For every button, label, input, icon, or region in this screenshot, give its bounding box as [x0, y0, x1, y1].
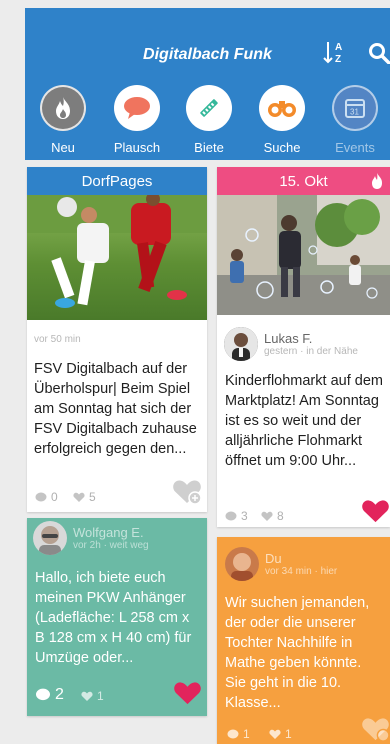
svg-text:Z: Z: [335, 54, 341, 65]
like-count[interactable]: 8: [261, 509, 284, 523]
add-like-heart-icon[interactable]: [172, 479, 202, 510]
comment-icon: [227, 729, 239, 738]
heart-icon: [261, 511, 273, 521]
dorfpages-card[interactable]: DorfPages vor 50 min FSV Digitalbach auf…: [27, 167, 207, 512]
chat-bubble-icon: [114, 85, 160, 131]
comment-count[interactable]: 2: [35, 686, 64, 704]
fire-icon: [370, 172, 384, 194]
post-meta: vor 2h · weit weg: [73, 540, 149, 551]
post-meta: gestern · in der Nähe: [264, 346, 358, 357]
add-like-heart-icon[interactable]: [361, 717, 390, 744]
offer-card[interactable]: Wolfgang E. vor 2h · weit weg Hallo, ich…: [27, 518, 207, 716]
like-count-value: 8: [277, 509, 284, 523]
comment-count-value: 0: [51, 490, 58, 504]
post-text: FSV Digitalbach auf der Überholspur| Bei…: [34, 361, 197, 457]
heart-icon: [269, 729, 281, 739]
comment-count-value: 3: [241, 509, 248, 523]
category-label: Neu: [51, 140, 75, 155]
category-events[interactable]: 31 Events: [330, 85, 380, 155]
fleamarket-photo: [217, 195, 390, 315]
category-neu[interactable]: Neu: [38, 85, 88, 155]
tool-icon: [186, 85, 232, 131]
app-header: Digitalbach Funk A Z Neu Plausch Biete S…: [25, 8, 390, 160]
event-card[interactable]: 15. Okt Lukas F. gestern · in der Nähe K…: [217, 167, 390, 527]
author-name[interactable]: Wolfgang E.: [73, 525, 149, 540]
comment-count-value: 2: [55, 686, 64, 703]
card-header: DorfPages: [27, 167, 207, 195]
comment-icon: [35, 492, 47, 501]
avatar[interactable]: [225, 547, 259, 581]
post-time: vor 50 min: [34, 334, 81, 345]
search-card[interactable]: Du vor 34 min · hier Wir suchen jemanden…: [217, 537, 390, 744]
comment-count[interactable]: 0: [35, 490, 58, 504]
like-count[interactable]: 1: [269, 727, 292, 741]
category-label: Events: [335, 140, 375, 155]
fire-icon: [40, 85, 86, 131]
search-icon[interactable]: [368, 42, 390, 65]
category-label: Biete: [194, 140, 224, 155]
comment-count[interactable]: 3: [225, 509, 248, 523]
comment-count[interactable]: 1: [227, 727, 250, 741]
like-count-value: 5: [89, 490, 96, 504]
post-meta: vor 34 min · hier: [265, 566, 338, 577]
like-count[interactable]: 5: [73, 490, 96, 504]
category-suche[interactable]: Suche: [257, 85, 307, 155]
avatar[interactable]: [33, 521, 67, 555]
category-label: Plausch: [113, 140, 161, 155]
avatar[interactable]: [224, 327, 258, 361]
soccer-photo: [27, 192, 207, 320]
binoculars-icon: [259, 85, 305, 131]
like-count-value: 1: [285, 727, 292, 741]
liked-heart-icon[interactable]: [361, 499, 390, 527]
svg-text:31: 31: [350, 108, 359, 117]
comment-count-value: 1: [243, 727, 250, 741]
comment-icon: [36, 688, 50, 701]
liked-heart-icon[interactable]: [173, 681, 202, 711]
post-text: Kinderflohmarkt auf dem Marktplatz! Am S…: [225, 373, 383, 469]
heart-icon: [81, 691, 93, 701]
event-date: 15. Okt: [279, 172, 328, 190]
like-count-value: 1: [97, 689, 104, 703]
like-count[interactable]: 1: [81, 689, 104, 703]
author-name[interactable]: Du: [265, 551, 337, 566]
heart-icon: [73, 492, 85, 502]
card-header: 15. Okt: [217, 167, 390, 195]
category-label: Suche: [263, 140, 301, 155]
sort-az-icon[interactable]: A Z: [323, 38, 347, 66]
post-text: Wir suchen jemanden, der oder die unsere…: [225, 595, 370, 711]
svg-text:A: A: [335, 42, 342, 53]
comment-icon: [225, 511, 237, 520]
author-name[interactable]: Lukas F.: [264, 331, 358, 346]
category-biete[interactable]: Biete: [184, 85, 234, 155]
post-text: Hallo, ich biete euch meinen PKW Anhänge…: [35, 570, 192, 666]
calendar-icon: 31: [332, 85, 378, 131]
category-plausch[interactable]: Plausch: [112, 85, 162, 155]
